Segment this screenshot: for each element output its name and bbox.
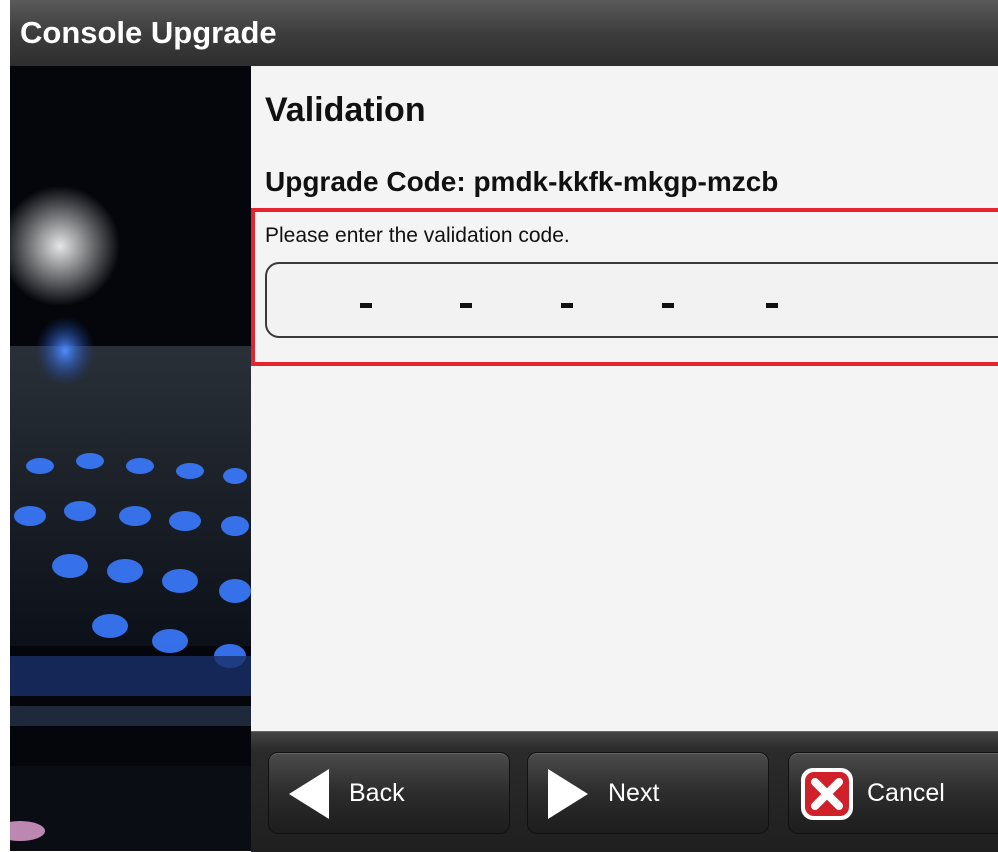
arrow-right-icon (548, 769, 588, 819)
segment-separator (360, 303, 372, 308)
console-upgrade-window: Console Upgrade Validation Upgrade Code:… (10, 0, 998, 852)
segment-separator (662, 303, 674, 308)
next-button-label: Next (608, 779, 660, 807)
segment-separator (766, 303, 778, 308)
title-bar: Console Upgrade (10, 0, 998, 67)
button-bar: Back Next Cancel (251, 731, 998, 852)
cancel-button[interactable]: Cancel (788, 752, 998, 834)
validation-code-input[interactable] (265, 262, 998, 338)
window-title: Console Upgrade (20, 15, 277, 50)
upgrade-code-label: Upgrade Code: pmdk-kkfk-mkgp-mzcb (265, 166, 779, 197)
page-heading: Validation (265, 91, 426, 129)
next-button[interactable]: Next (527, 752, 769, 834)
back-button[interactable]: Back (268, 752, 510, 834)
validation-prompt: Please enter the validation code. (265, 224, 570, 247)
cancel-x-icon (801, 768, 853, 820)
segment-separator (561, 303, 573, 308)
arrow-left-icon (289, 769, 329, 819)
cancel-button-label: Cancel (867, 779, 945, 807)
segment-separator (460, 303, 472, 308)
content-panel: Validation Upgrade Code: pmdk-kkfk-mkgp-… (251, 66, 998, 731)
back-button-label: Back (349, 779, 405, 807)
side-decorative-image (10, 66, 251, 851)
